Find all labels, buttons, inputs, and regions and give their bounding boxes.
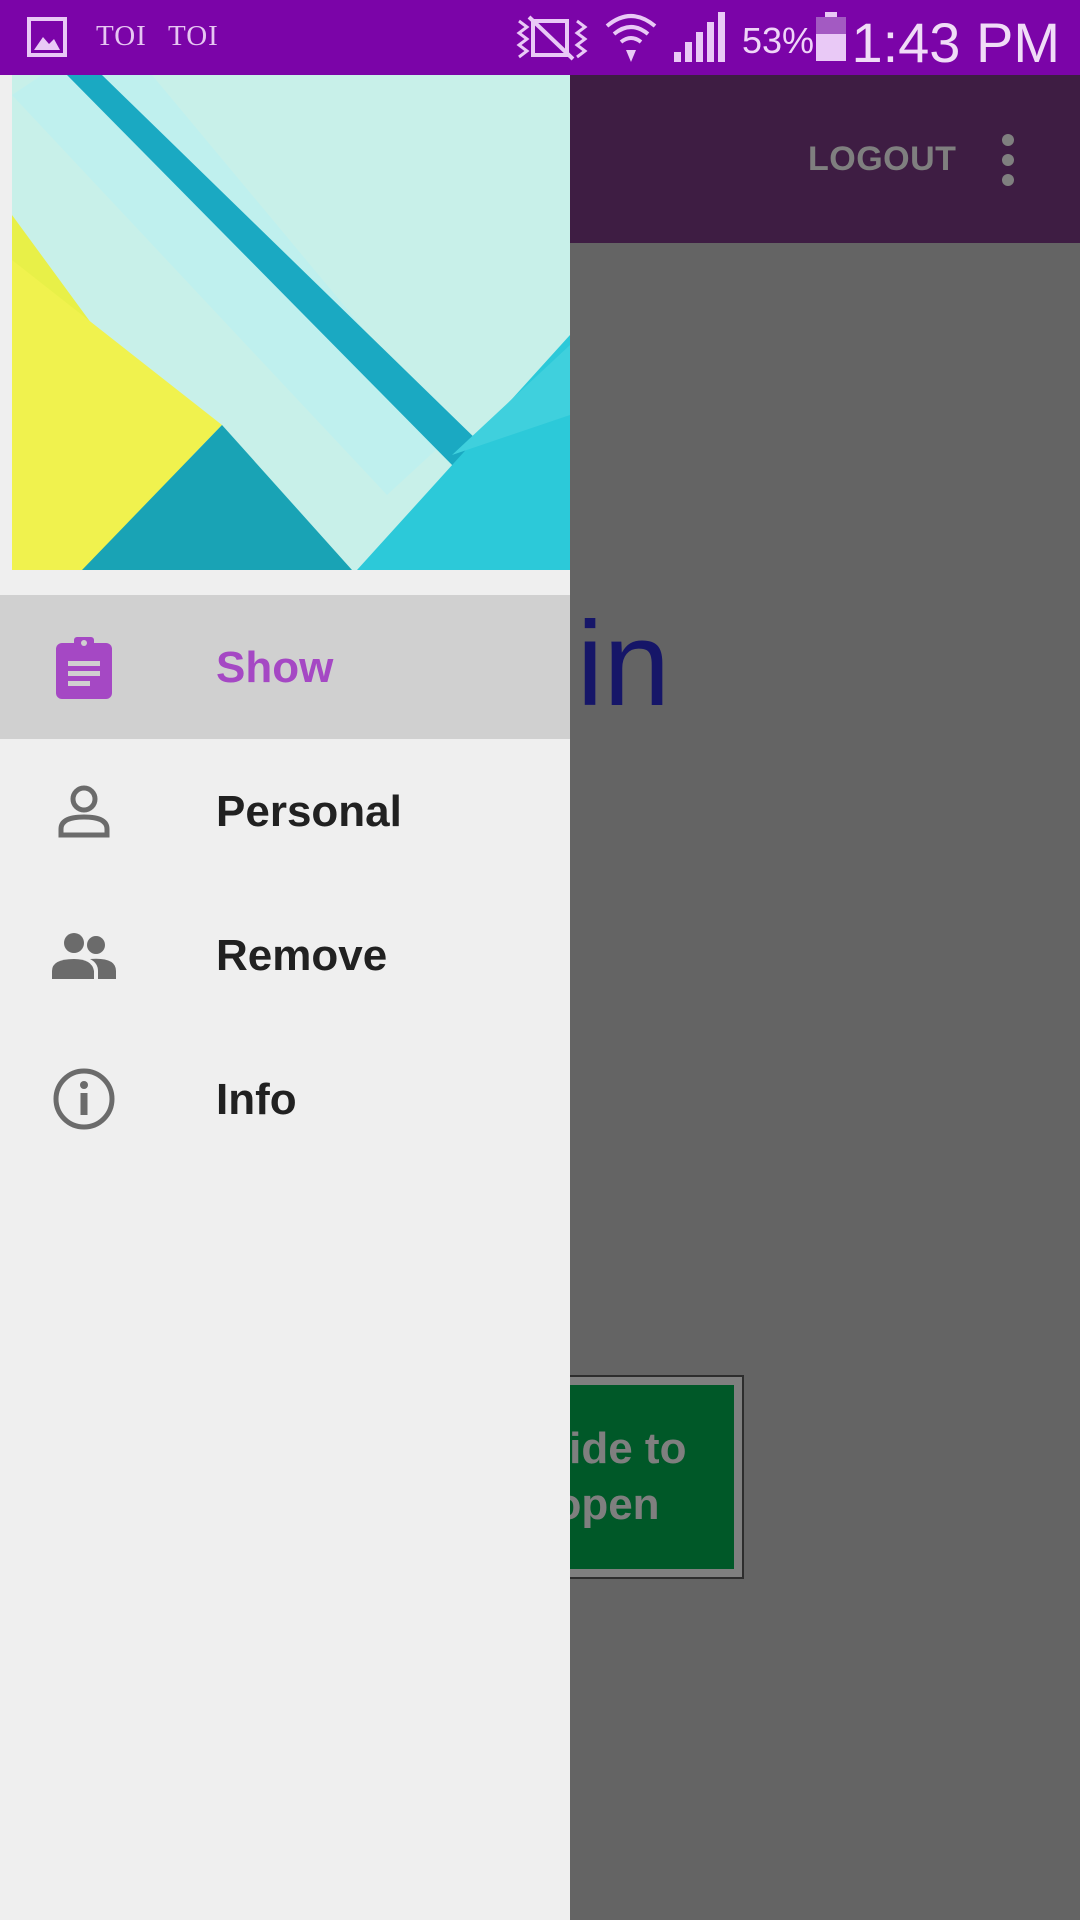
drawer-item-info[interactable]: Info [0,1027,570,1171]
person-icon [58,785,110,838]
drawer-item-remove[interactable]: Remove [0,883,570,1027]
battery-icon [816,12,846,61]
clipboard-icon [56,637,112,699]
drawer-item-personal[interactable]: Personal [0,739,570,883]
people-icon [52,933,116,979]
screen: TOI TOI 53% 1:43 PM LOG [0,0,1080,1920]
signal-icon [674,12,725,62]
clock: 1:43 PM [851,11,1060,74]
wifi-icon [605,14,657,62]
drawer-header-image [12,75,570,570]
navigation-drawer: Show Personal Remove Info [0,75,570,1920]
status-bar: TOI TOI 53% 1:43 PM [0,0,1080,75]
drawer-item-label: Show [216,643,334,692]
gallery-icon [27,17,67,57]
mute-icon [516,15,588,61]
drawer-item-show[interactable]: Show [0,595,570,739]
info-icon [53,1068,115,1130]
battery-percent: 53% [742,20,815,61]
notification-app-2: TOI [168,20,219,52]
drawer-item-label: Info [216,1075,297,1124]
notification-app-1: TOI [96,20,147,52]
drawer-item-label: Personal [216,787,402,836]
drawer-item-label: Remove [216,931,388,980]
